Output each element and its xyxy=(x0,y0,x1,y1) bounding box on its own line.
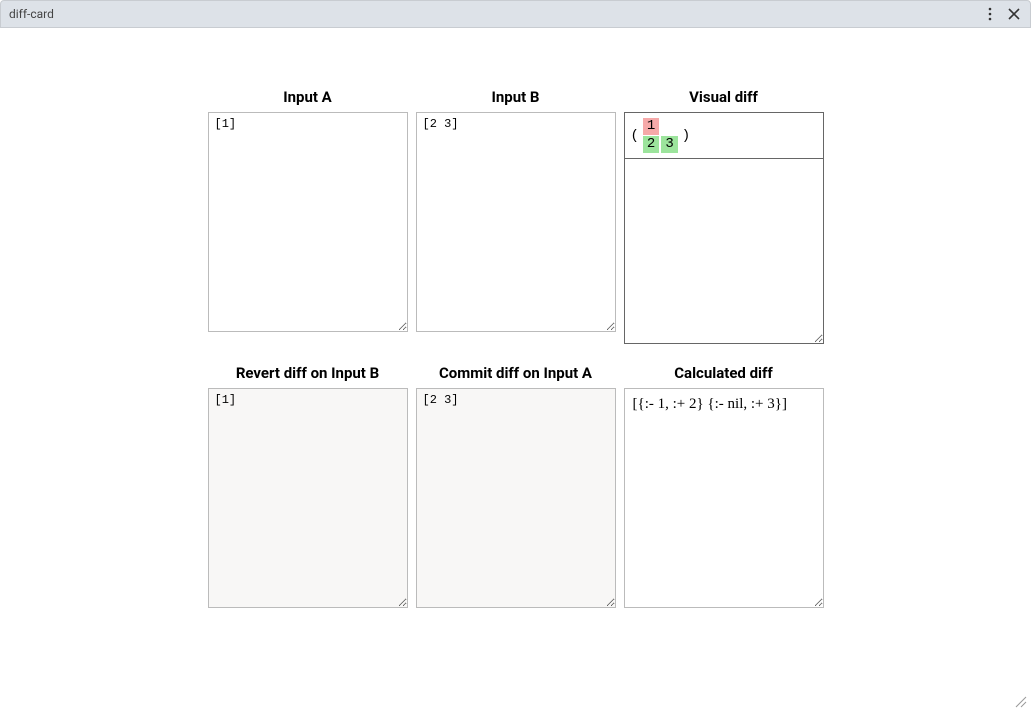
cell-commit: Commit diff on Input A xyxy=(416,364,616,608)
cell-revert: Revert diff on Input B xyxy=(208,364,408,608)
heading-revert: Revert diff on Input B xyxy=(236,364,379,382)
calculated-diff-box: [{:- 1, :+ 2} {:- nil, :+ 3}] xyxy=(624,388,824,608)
cell-calculated: Calculated diff [{:- 1, :+ 2} {:- nil, :… xyxy=(624,364,824,608)
input-b-textarea[interactable] xyxy=(416,112,616,332)
titlebar: diff-card xyxy=(0,0,1031,28)
heading-commit: Commit diff on Input A xyxy=(439,364,592,382)
diff-added-row: 2 3 xyxy=(643,136,678,153)
open-paren: ( xyxy=(631,128,639,144)
window-resize-handle-icon[interactable] xyxy=(1013,693,1027,707)
diff-grid: Input A Input B Visual diff ( 1 2 xyxy=(208,88,824,608)
diff-added-token: 2 xyxy=(643,136,659,153)
cell-visual-diff: Visual diff ( 1 2 3 ) xyxy=(624,88,824,344)
visual-diff-content: ( 1 2 3 ) xyxy=(625,113,823,159)
cell-input-b: Input B xyxy=(416,88,616,344)
visual-diff-box: ( 1 2 3 ) xyxy=(624,112,824,344)
revert-output-textarea[interactable] xyxy=(208,388,408,608)
commit-output-textarea[interactable] xyxy=(416,388,616,608)
diff-deleted-row: 1 xyxy=(643,118,659,135)
input-a-textarea[interactable] xyxy=(208,112,408,332)
heading-calculated: Calculated diff xyxy=(674,364,773,382)
content-area: Input A Input B Visual diff ( 1 2 xyxy=(0,28,1031,628)
diff-added-token: 3 xyxy=(661,136,677,153)
window-title: diff-card xyxy=(9,7,982,21)
cell-input-a: Input A xyxy=(208,88,408,344)
diff-deleted-token: 1 xyxy=(643,118,659,135)
kebab-menu-icon[interactable] xyxy=(982,6,998,22)
diff-stack: 1 2 3 xyxy=(643,118,678,153)
titlebar-actions xyxy=(982,6,1022,22)
heading-input-b: Input B xyxy=(491,88,539,106)
heading-input-a: Input A xyxy=(283,88,332,106)
close-paren: ) xyxy=(682,128,690,144)
heading-visual-diff: Visual diff xyxy=(689,88,758,106)
close-icon[interactable] xyxy=(1006,6,1022,22)
